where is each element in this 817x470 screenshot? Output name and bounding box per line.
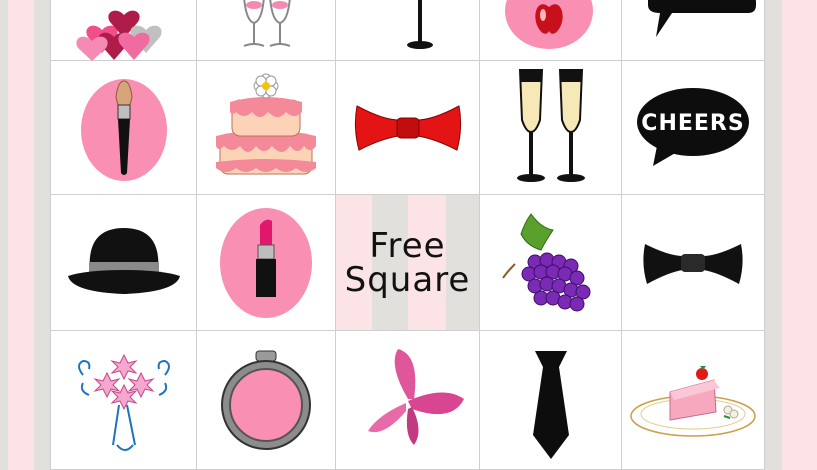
bingo-cell-champagne-flutes[interactable] bbox=[480, 61, 622, 195]
bingo-cell-grapes[interactable] bbox=[480, 195, 622, 331]
bingo-cell-cake[interactable] bbox=[197, 61, 336, 195]
free-square-line2: Square bbox=[344, 259, 471, 300]
cheers-bubble-icon: CHEERS bbox=[637, 87, 749, 166]
grapes-icon bbox=[501, 212, 590, 311]
bingo-cell-necktie[interactable] bbox=[480, 331, 622, 470]
bingo-cell-wine-glasses[interactable] bbox=[197, 0, 336, 61]
bingo-cell-hearts[interactable] bbox=[51, 0, 197, 61]
lipstick-icon bbox=[220, 207, 312, 318]
red-bow-tie-icon bbox=[354, 104, 461, 151]
bowler-hat-icon bbox=[67, 227, 180, 294]
makeup-brush-icon bbox=[80, 78, 167, 181]
bingo-cell-black-bow-tie[interactable] bbox=[622, 195, 765, 331]
butterfly-icon bbox=[367, 349, 464, 445]
bingo-cell-red-bow-tie[interactable] bbox=[336, 61, 480, 195]
bingo-cell-makeup-brush[interactable] bbox=[51, 61, 197, 195]
champagne-flutes-icon bbox=[516, 68, 585, 182]
cake-slice-icon bbox=[630, 366, 756, 437]
apple-icon bbox=[504, 0, 593, 49]
bingo-cell-bowler-hat[interactable] bbox=[51, 195, 197, 331]
bingo-cell-candle[interactable] bbox=[336, 0, 480, 61]
bingo-cell-compact-mirror[interactable] bbox=[197, 331, 336, 470]
speech-bubble-icon bbox=[648, 0, 756, 37]
black-bow-tie-icon bbox=[643, 243, 743, 284]
bouquet-icon bbox=[77, 353, 170, 451]
cake-icon bbox=[216, 73, 316, 174]
bingo-cell-cake-slice[interactable] bbox=[622, 331, 765, 470]
necktie-icon bbox=[532, 351, 569, 459]
bingo-cell-cheers-bubble[interactable]: CHEERS bbox=[622, 61, 765, 195]
bingo-cell-apple[interactable] bbox=[480, 0, 622, 61]
compact-mirror-icon bbox=[221, 350, 311, 450]
bingo-cell-speech-bubble[interactable] bbox=[622, 0, 765, 61]
free-square-line1: Free bbox=[369, 225, 446, 266]
wine-glasses-icon bbox=[243, 0, 291, 47]
candle-icon bbox=[406, 0, 433, 49]
hearts-icon bbox=[75, 10, 162, 61]
bingo-cell-bouquet[interactable] bbox=[51, 331, 197, 470]
bingo-cell-lipstick[interactable] bbox=[197, 195, 336, 331]
bingo-board: CHEERS Free Square bbox=[50, 0, 765, 470]
bingo-cell-butterfly[interactable] bbox=[336, 331, 480, 470]
cheers-text: CHEERS bbox=[641, 111, 744, 136]
free-square[interactable]: Free Square bbox=[336, 195, 480, 331]
